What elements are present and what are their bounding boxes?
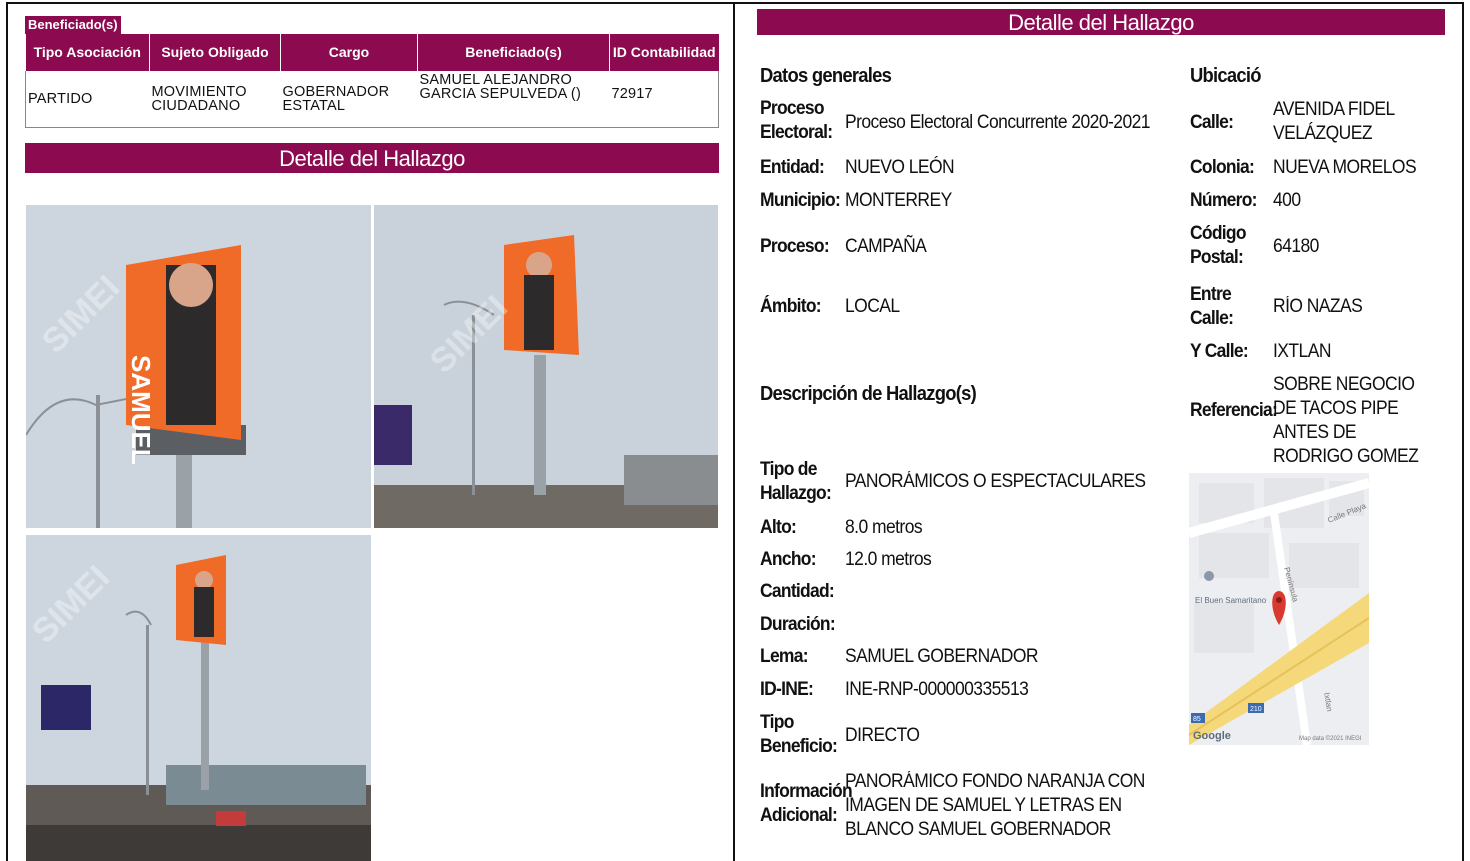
calle-label: Calle:: [1190, 112, 1234, 133]
col-tipo-asociacion: Tipo Asociación: [25, 34, 150, 71]
referencia-value: SOBRE NEGOCIO DE TACOS PIPE ANTES DE ROD…: [1273, 374, 1419, 467]
location-map[interactable]: Calle Playa Península Ixtlan El Buen Sam…: [1189, 473, 1369, 745]
col-sujeto-obligado: Sujeto Obligado: [149, 34, 281, 71]
municipio-value: MONTERREY: [845, 190, 952, 211]
municipio-label: Municipio:: [760, 190, 841, 211]
tipo-hallazgo-value: PANORÁMICOS O ESPECTACULARES: [845, 471, 1146, 492]
numero-label: Número:: [1190, 190, 1257, 211]
table-header-row: Tipo Asociación Sujeto Obligado Cargo Be…: [25, 34, 719, 71]
col-id-contabilidad: ID Contabilidad: [609, 34, 719, 71]
map-road-shield: 85: [1193, 716, 1201, 723]
tipo-beneficio-value: DIRECTO: [845, 725, 920, 746]
tipo-beneficio-label: Tipo Beneficio:: [760, 712, 838, 757]
google-logo: Google: [1193, 730, 1231, 742]
entidad-label: Entidad:: [760, 157, 825, 178]
cell-cargo: GOBERNADOR ESTATAL: [282, 83, 390, 114]
alto-label: Alto:: [760, 517, 797, 538]
tipo-hallazgo-label: Tipo de Hallazgo:: [760, 459, 832, 504]
datos-generales-title: Datos generales: [760, 65, 892, 87]
codigo-postal-label: Código Postal:: [1190, 223, 1247, 268]
panel-divider: [733, 2, 735, 861]
alto-value: 8.0 metros: [845, 517, 923, 538]
duracion-label: Duración:: [760, 614, 836, 635]
colonia-value: NUEVA MORELOS: [1273, 157, 1417, 178]
proceso-label: Proceso:: [760, 236, 830, 257]
y-calle-label: Y Calle:: [1190, 341, 1249, 362]
ancho-label: Ancho:: [760, 549, 817, 570]
entre-calle-value: RÍO NAZAS: [1273, 296, 1363, 317]
ambito-label: Ámbito:: [760, 296, 822, 317]
colonia-label: Colonia:: [1190, 157, 1255, 178]
map-attribution: Map data ©2021 INEGI: [1299, 735, 1362, 742]
numero-value: 400: [1273, 190, 1301, 211]
beneficiados-tag: Beneficiado(s): [25, 16, 121, 34]
detalle-hallazgo-header-left: Detalle del Hallazgo: [25, 143, 719, 173]
id-ine-value: INE-RNP-000000335513: [845, 679, 1029, 700]
map-road-shield: 210: [1250, 706, 1262, 713]
cantidad-label: Cantidad:: [760, 581, 835, 602]
table-row: PARTIDO MOVIMIENTO CIUDADANO GOBERNADOR …: [25, 71, 719, 127]
billboard-text: SAMUEL: [126, 355, 156, 465]
proceso-value: CAMPAÑA: [845, 236, 927, 257]
ambito-value: LOCAL: [845, 296, 900, 317]
evidence-photo-3[interactable]: SIMEI: [26, 535, 371, 861]
col-cargo: Cargo: [280, 34, 418, 71]
proceso-electoral-value: Proceso Electoral Concurrente 2020-2021: [845, 112, 1151, 133]
lema-value: SAMUEL GOBERNADOR: [845, 646, 1039, 667]
col-beneficiados: Beneficiado(s): [417, 34, 610, 71]
beneficiados-table: Tipo Asociación Sujeto Obligado Cargo Be…: [25, 34, 719, 128]
evidence-photo-1[interactable]: SAMUEL SIMEI: [26, 205, 371, 528]
ubicacion-title: Ubicació: [1190, 65, 1262, 87]
info-adicional-label: Información Adicional:: [760, 781, 853, 826]
detalle-hallazgo-header-right: Detalle del Hallazgo: [757, 9, 1445, 35]
cell-tipo-asociacion: PARTIDO: [28, 90, 93, 107]
ancho-value: 12.0 metros: [845, 549, 932, 570]
referencia-label: Referencia:: [1190, 400, 1278, 421]
codigo-postal-value: 64180: [1273, 236, 1319, 257]
descripcion-hallazgo-title: Descripción de Hallazgo(s): [760, 383, 977, 405]
y-calle-value: IXTLAN: [1273, 341, 1331, 362]
info-adicional-value: PANORÁMICO FONDO NARANJA CON IMAGEN DE S…: [845, 771, 1145, 840]
entidad-value: NUEVO LEÓN: [845, 157, 955, 178]
cell-beneficiado: SAMUEL ALEJANDRO GARCIA SEPULVEDA (): [419, 72, 581, 102]
map-place-label: El Buen Samaritano: [1195, 596, 1267, 605]
calle-value: AVENIDA FIDEL VELÁZQUEZ: [1273, 99, 1395, 144]
entre-calle-label: Entre Calle:: [1190, 284, 1234, 329]
evidence-photo-2[interactable]: SIMEI: [374, 205, 718, 528]
id-ine-label: ID-INE:: [760, 679, 814, 700]
lema-label: Lema:: [760, 646, 809, 667]
proceso-electoral-label: Proceso Electoral:: [760, 98, 833, 143]
cell-id-contabilidad: 72917: [611, 86, 653, 102]
cell-sujeto-obligado: MOVIMIENTO CIUDADANO: [151, 83, 247, 114]
